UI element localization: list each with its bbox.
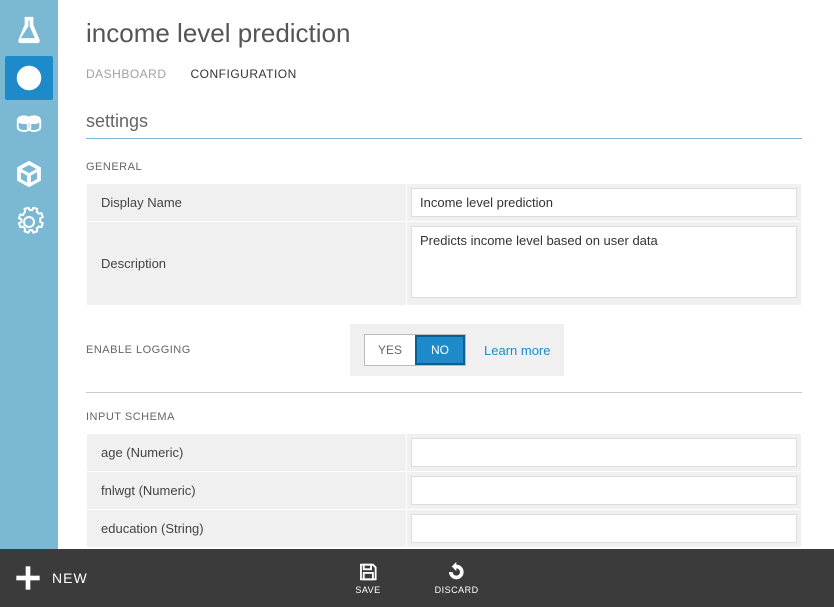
description-input[interactable] — [411, 226, 797, 298]
nav-datasets[interactable] — [5, 104, 53, 148]
undo-icon — [446, 561, 468, 583]
settings-heading: settings — [86, 111, 802, 132]
input-schema-table: age (Numeric) fnlwgt (Numeric) education… — [86, 433, 802, 548]
schema-field-input[interactable] — [411, 514, 797, 543]
description-row: Description — [87, 222, 802, 306]
nav-experiments[interactable] — [5, 8, 53, 52]
save-button[interactable]: SAVE — [355, 561, 380, 595]
general-form: Display Name Description — [86, 183, 802, 306]
display-name-input[interactable] — [411, 188, 797, 217]
general-section-label: GENERAL — [86, 161, 802, 173]
main-content: income level prediction DASHBOARD CONFIG… — [58, 0, 834, 607]
input-schema-label: INPUT SCHEMA — [86, 411, 802, 423]
learn-more-link[interactable]: Learn more — [484, 343, 550, 358]
nav-settings[interactable] — [5, 200, 53, 244]
new-button[interactable]: NEW — [14, 564, 88, 592]
schema-field-label: education (String) — [87, 510, 407, 548]
logging-toggle-container: YES NO Learn more — [350, 324, 564, 376]
logging-toggle-no[interactable]: NO — [415, 335, 465, 365]
schema-row: fnlwgt (Numeric) — [87, 472, 802, 510]
schema-row: education (String) — [87, 510, 802, 548]
display-name-label: Display Name — [87, 184, 407, 222]
page-title: income level prediction — [86, 18, 802, 49]
flask-icon — [14, 15, 44, 45]
gear-icon — [14, 207, 44, 237]
schema-row: age (Numeric) — [87, 434, 802, 472]
schema-field-input[interactable] — [411, 438, 797, 467]
display-name-row: Display Name — [87, 184, 802, 222]
schema-field-label: fnlwgt (Numeric) — [87, 472, 407, 510]
schema-field-label: age (Numeric) — [87, 434, 407, 472]
plus-icon — [14, 564, 42, 592]
save-button-label: SAVE — [355, 585, 380, 595]
new-button-label: NEW — [52, 570, 88, 586]
enable-logging-label: ENABLE LOGGING — [86, 344, 326, 356]
save-icon — [357, 561, 379, 583]
database-icon — [14, 111, 44, 141]
enable-logging-row: ENABLE LOGGING YES NO Learn more — [86, 324, 802, 376]
description-label: Description — [87, 222, 407, 306]
divider — [86, 392, 802, 393]
tab-configuration[interactable]: CONFIGURATION — [191, 67, 297, 81]
cube-icon — [14, 159, 44, 189]
logging-toggle: YES NO — [364, 334, 466, 366]
divider — [86, 138, 802, 139]
discard-button[interactable]: DISCARD — [435, 561, 479, 595]
schema-field-input[interactable] — [411, 476, 797, 505]
globe-icon — [14, 63, 44, 93]
nav-web-services[interactable] — [5, 56, 53, 100]
discard-button-label: DISCARD — [435, 585, 479, 595]
left-nav — [0, 0, 58, 607]
nav-models[interactable] — [5, 152, 53, 196]
tab-dashboard[interactable]: DASHBOARD — [86, 67, 167, 81]
logging-toggle-yes[interactable]: YES — [365, 335, 415, 365]
page-tabs: DASHBOARD CONFIGURATION — [86, 67, 802, 81]
command-bar: NEW SAVE DISCARD — [0, 549, 834, 607]
